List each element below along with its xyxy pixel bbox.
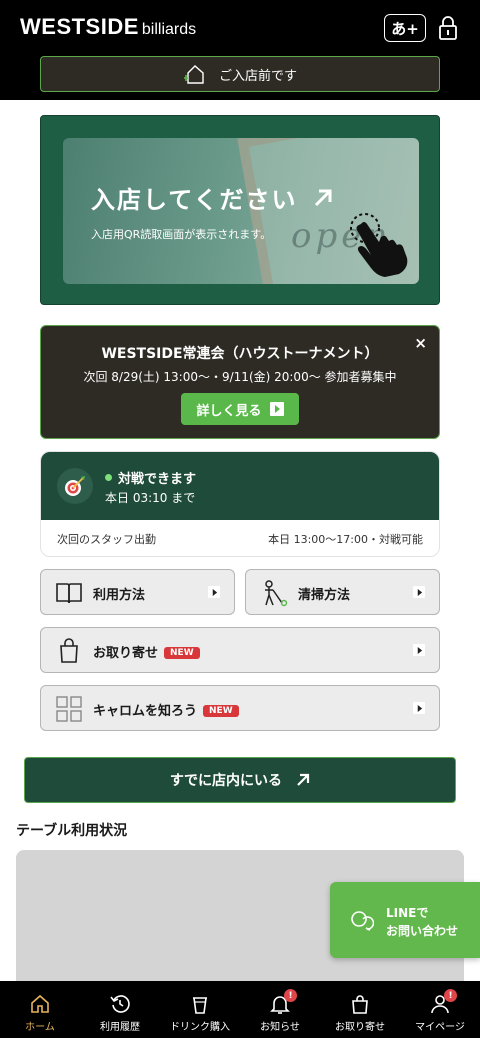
grid-icon xyxy=(56,696,82,722)
nav-item-home[interactable]: ホーム xyxy=(0,981,80,1038)
mypage-badge: ! xyxy=(444,989,457,1002)
enter-store-banner[interactable]: open 入店してください 入店用QR読取画面が表示されます。 xyxy=(40,115,440,305)
chevron-right-icon xyxy=(413,702,425,714)
tap-hand-icon xyxy=(350,213,408,277)
nav-item-drinks[interactable]: ドリンク購入 xyxy=(160,981,240,1038)
chevron-right-icon xyxy=(413,586,425,598)
already-in-store-label: すでに店内にいる xyxy=(169,773,283,789)
battle-until-text: 本日 03:10 まで xyxy=(105,491,196,505)
nav-label: お取り寄せ xyxy=(335,1022,385,1033)
line-contact-button[interactable]: LINEで お問い合わせ xyxy=(330,882,480,958)
staff-schedule-time: 本日 13:00〜17:00・対戦可能 xyxy=(268,533,423,546)
line-contact-label-1: LINEで xyxy=(386,906,429,920)
home-icon xyxy=(30,993,50,1015)
carom-guide-label: キャロムを知ろう NEW xyxy=(93,700,239,719)
language-button[interactable]: あ+ xyxy=(384,14,426,42)
nav-item-history[interactable]: 利用履歴 xyxy=(80,981,160,1038)
carom-guide-label-text: キャロムを知ろう xyxy=(93,704,198,719)
order-label-text: お取り寄せ xyxy=(93,646,159,661)
table-usage-title: テーブル利用状況 xyxy=(16,823,128,839)
battle-status-card: 対戦できます 本日 03:10 まで 次回のスタッフ出勤 本日 13:00〜17… xyxy=(40,451,440,557)
house-enter-icon xyxy=(183,65,204,84)
cup-icon xyxy=(190,993,210,1015)
history-icon xyxy=(110,993,130,1015)
nav-item-order[interactable]: お取り寄せ xyxy=(320,981,400,1038)
banner-title: 入店してください xyxy=(91,180,334,215)
dart-target-icon xyxy=(57,468,93,504)
book-icon xyxy=(56,583,82,604)
usage-guide-label: 利用方法 xyxy=(93,588,146,603)
chevron-right-icon xyxy=(208,586,220,598)
banner-title-text: 入店してください xyxy=(91,186,298,214)
app-header: WESTSIDE billiards あ+ ご入店前です xyxy=(0,0,480,100)
staff-schedule-label: 次回のスタッフ出勤 xyxy=(57,533,156,546)
logo-sub-text: billiards xyxy=(141,21,197,38)
entry-status-text: ご入店前です xyxy=(218,68,297,84)
carom-guide-button[interactable]: キャロムを知ろう NEW xyxy=(40,685,440,731)
nav-label: ホーム xyxy=(25,1022,55,1033)
nav-label: マイページ xyxy=(415,1022,465,1033)
nav-label: ドリンク購入 xyxy=(170,1022,230,1033)
banner-subtitle: 入店用QR読取画面が表示されます。 xyxy=(91,228,272,241)
tournament-details-label: 詳しく見る xyxy=(196,403,262,419)
cleaning-person-icon xyxy=(265,580,288,607)
nav-item-mypage[interactable]: ! マイページ xyxy=(400,981,480,1038)
notification-badge: ! xyxy=(284,989,297,1002)
battle-status-header: 対戦できます 本日 03:10 まで xyxy=(41,452,439,520)
tournament-announcement: × WESTSIDE常連会（ハウストーナメント） 次回 8/29(土) 13:0… xyxy=(40,325,440,439)
nav-label: お知らせ xyxy=(260,1022,300,1033)
usage-guide-button[interactable]: 利用方法 xyxy=(40,569,235,615)
new-badge: NEW xyxy=(203,705,239,717)
tournament-title: WESTSIDE常連会（ハウストーナメント） xyxy=(101,346,379,362)
logo-main-text: WESTSIDE xyxy=(20,14,139,39)
tournament-details-button[interactable]: 詳しく見る xyxy=(181,393,299,425)
chevron-right-icon xyxy=(413,644,425,656)
banner-photo: open 入店してください 入店用QR読取画面が表示されます。 xyxy=(63,138,419,284)
chevron-right-icon xyxy=(269,402,284,416)
tournament-dates: 次回 8/29(土) 13:00〜・9/11(金) 20:00〜 参加者募集中 xyxy=(83,370,397,384)
shopping-bag-icon xyxy=(60,638,78,663)
status-dot xyxy=(105,474,112,481)
cleaning-guide-label: 清掃方法 xyxy=(298,588,351,603)
lock-icon[interactable] xyxy=(438,15,458,41)
nav-item-notifications[interactable]: ! お知らせ xyxy=(240,981,320,1038)
bag-icon xyxy=(350,993,370,1015)
arrow-up-right-icon xyxy=(297,773,310,786)
order-label: お取り寄せ NEW xyxy=(93,642,200,661)
arrow-up-right-icon xyxy=(314,189,332,206)
battle-status-text: 対戦できます xyxy=(118,472,197,487)
entry-status-pill: ご入店前です xyxy=(40,56,440,92)
staff-schedule-row: 次回のスタッフ出勤 本日 13:00〜17:00・対戦可能 xyxy=(41,520,439,556)
cleaning-guide-button[interactable]: 清掃方法 xyxy=(245,569,440,615)
new-badge: NEW xyxy=(164,647,200,659)
order-button[interactable]: お取り寄せ NEW xyxy=(40,627,440,673)
westside-logo[interactable]: WESTSIDE billiards xyxy=(20,14,196,40)
line-contact-label-2: お問い合わせ xyxy=(386,924,459,938)
already-in-store-button[interactable]: すでに店内にいる xyxy=(24,757,456,803)
chat-bubble-icon xyxy=(351,911,374,931)
nav-label: 利用履歴 xyxy=(100,1022,140,1033)
bottom-navigation: ホーム 利用履歴 ドリンク購入 ! お知らせ お取り寄せ ! マイページ xyxy=(0,981,480,1038)
